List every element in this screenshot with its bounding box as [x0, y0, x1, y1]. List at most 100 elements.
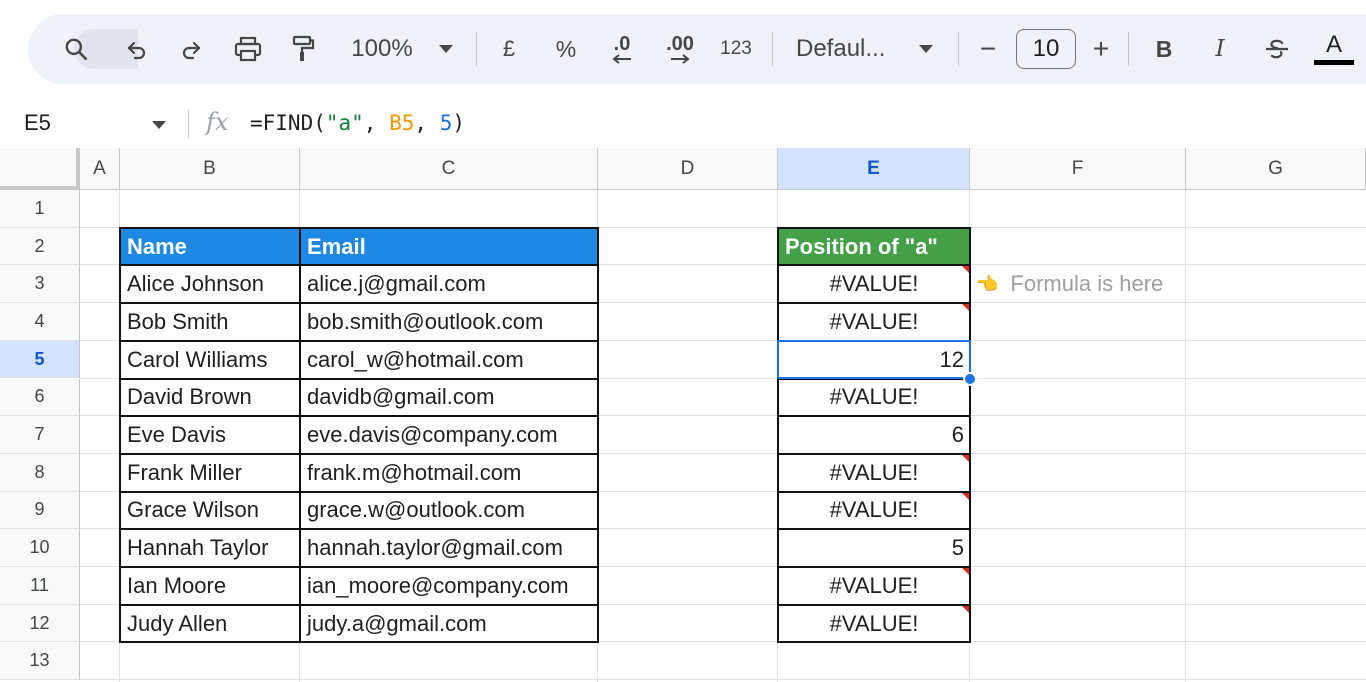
text-color-label: A	[1325, 31, 1342, 58]
name-cell[interactable]: Judy Allen	[120, 604, 300, 643]
row-header-10[interactable]: 10	[0, 529, 80, 567]
fill-handle[interactable]	[963, 371, 977, 386]
row-header-11[interactable]: 11	[0, 567, 80, 605]
increase-decimal-button[interactable]: .00	[658, 14, 702, 84]
email-cell[interactable]: grace.w@outlook.com	[300, 491, 598, 530]
table-header-name[interactable]: Name	[120, 227, 300, 266]
column-header-c[interactable]: C	[300, 148, 598, 190]
chevron-down-icon[interactable]	[152, 112, 166, 141]
print-icon[interactable]	[230, 14, 266, 84]
table-border	[299, 227, 301, 643]
decrease-decimal-button[interactable]: .0	[602, 14, 642, 84]
position-cell[interactable]: #VALUE!	[778, 453, 970, 492]
formula-divider	[188, 110, 189, 138]
table-header-position[interactable]: Position of "a"	[778, 227, 970, 266]
name-cell[interactable]: Alice Johnson	[120, 265, 300, 304]
pointing-hand-icon: 👈	[976, 273, 999, 294]
row-header-3[interactable]: 3	[0, 265, 80, 304]
italic-button[interactable]: I	[1204, 14, 1236, 84]
table-border	[777, 566, 971, 568]
position-cell[interactable]: #VALUE!	[778, 265, 970, 304]
number-format-button[interactable]: 123	[716, 14, 756, 84]
position-cell[interactable]: 5	[778, 529, 970, 567]
name-cell[interactable]: Frank Miller	[120, 453, 300, 492]
position-cell[interactable]: 6	[778, 416, 970, 454]
bold-button[interactable]: B	[1148, 14, 1180, 84]
name-cell[interactable]: Ian Moore	[120, 567, 300, 605]
decrease-font-size-button[interactable]: −	[974, 14, 1002, 84]
row-header-5[interactable]: 5	[0, 340, 80, 379]
select-all-corner[interactable]	[0, 148, 80, 190]
currency-button[interactable]: £	[494, 14, 524, 84]
position-cell[interactable]: #VALUE!	[778, 303, 970, 341]
email-cell[interactable]: hannah.taylor@gmail.com	[300, 529, 598, 567]
column-header-e[interactable]: E	[778, 148, 970, 190]
table-border	[119, 227, 121, 643]
spreadsheet-grid: A B C D E F G 1 2 3 4 5 6 7 8 9 10 11 12 13 Name Email Positio…	[0, 148, 1366, 682]
position-cell[interactable]: #VALUE!	[778, 378, 970, 417]
email-cell[interactable]: judy.a@gmail.com	[300, 604, 598, 643]
row-header-13[interactable]: 13	[0, 642, 80, 681]
name-cell[interactable]: Eve Davis	[120, 416, 300, 454]
row-header-7[interactable]: 7	[0, 416, 80, 454]
email-cell[interactable]: davidb@gmail.com	[300, 378, 598, 417]
table-border	[119, 452, 599, 455]
table-border	[119, 528, 599, 531]
column-header-b[interactable]: B	[120, 148, 300, 190]
formula-separator: ,	[363, 111, 390, 135]
table-border	[119, 490, 599, 493]
name-cell[interactable]: Bob Smith	[120, 303, 300, 341]
table-border	[777, 415, 971, 418]
column-header-f[interactable]: F	[970, 148, 1186, 190]
row-header-2[interactable]: 2	[0, 227, 80, 266]
position-cell[interactable]: #VALUE!	[778, 604, 970, 643]
chevron-down-icon[interactable]	[434, 14, 458, 84]
email-cell[interactable]: ian_moore@company.com	[300, 567, 598, 605]
fx-icon: fx	[206, 108, 229, 136]
formula-number-token: 5	[439, 111, 453, 135]
text-color-button[interactable]: A	[1314, 14, 1354, 84]
email-cell[interactable]: eve.davis@company.com	[300, 416, 598, 454]
position-cell[interactable]: #VALUE!	[778, 491, 970, 530]
arrow-left-icon	[612, 54, 631, 64]
name-cell[interactable]: Grace Wilson	[120, 491, 300, 530]
font-size-input[interactable]: 10	[1016, 29, 1076, 69]
row-header-9[interactable]: 9	[0, 491, 80, 530]
row-header-4[interactable]: 4	[0, 303, 80, 341]
percent-button[interactable]: %	[550, 14, 582, 84]
table-border	[119, 641, 599, 644]
column-header-g[interactable]: G	[1186, 148, 1366, 190]
row-header-8[interactable]: 8	[0, 453, 80, 492]
row-header-1[interactable]: 1	[0, 190, 80, 228]
increase-font-size-button[interactable]: +	[1086, 14, 1116, 84]
name-box[interactable]: E5	[24, 110, 51, 136]
column-header-d[interactable]: D	[598, 148, 778, 190]
formula-input[interactable]: =FIND("a", B5, 5)	[250, 111, 465, 135]
decrease-decimal-label: .0	[613, 33, 631, 55]
redo-icon[interactable]	[174, 14, 208, 84]
name-cell[interactable]: David Brown	[120, 378, 300, 417]
table-border	[119, 566, 599, 568]
chevron-down-icon[interactable]	[914, 14, 938, 84]
strikethrough-icon[interactable]	[1260, 14, 1294, 84]
row-header-6[interactable]: 6	[0, 378, 80, 417]
font-select[interactable]: Defaul...	[796, 14, 900, 84]
arrow-right-icon	[671, 54, 690, 64]
email-cell[interactable]: bob.smith@outlook.com	[300, 303, 598, 341]
search-icon[interactable]	[58, 14, 94, 84]
zoom-select[interactable]: 100%	[344, 14, 420, 84]
column-header-a[interactable]: A	[80, 148, 120, 190]
text-color-swatch	[1314, 60, 1354, 65]
email-cell[interactable]: alice.j@gmail.com	[300, 265, 598, 304]
email-cell[interactable]: frank.m@hotmail.com	[300, 453, 598, 492]
email-cell[interactable]: carol_w@hotmail.com	[300, 340, 598, 379]
position-cell[interactable]: #VALUE!	[778, 567, 970, 605]
toolbar-divider	[1128, 32, 1129, 66]
toolbar-divider	[772, 32, 773, 66]
paint-format-icon[interactable]	[286, 14, 320, 84]
row-header-12[interactable]: 12	[0, 604, 80, 643]
table-header-email[interactable]: Email	[300, 227, 598, 266]
name-cell[interactable]: Carol Williams	[120, 340, 300, 379]
name-cell[interactable]: Hannah Taylor	[120, 529, 300, 567]
undo-icon[interactable]	[120, 14, 154, 84]
